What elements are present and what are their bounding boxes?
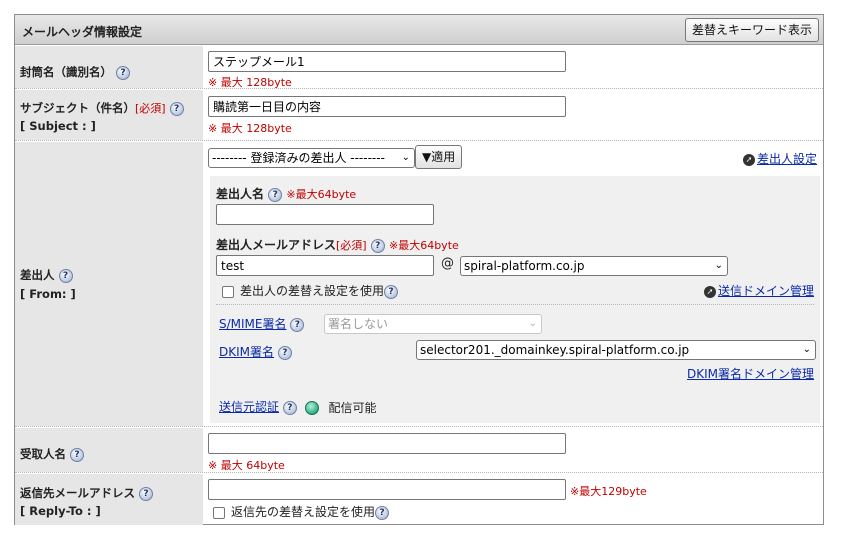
reply-to-replace-checkbox-group: 返信先の差替え設定を使用? [213,503,390,520]
sender-detail-box: 差出人名 ? ※最大64byte 差出人メールアドレス[必須] ? ※最大64b… [210,176,820,423]
help-icon[interactable]: ? [375,505,390,520]
sending-domain-manage-link-text: 送信ドメイン管理 [717,284,814,298]
sender-address-label: 差出人メールアドレス [216,238,337,252]
from-label-cell: 差出人 ? [ From: ] [15,142,203,426]
sender-replace-checkbox[interactable] [222,285,234,298]
reply-to-replace-checkbox-label: 返信先の差替え設定を使用 [231,505,376,519]
help-icon[interactable]: ? [290,317,305,332]
sender-address-local-input[interactable] [216,255,434,276]
dkim-select[interactable]: selector201._domainkey.spiral-platform.c… [416,340,816,360]
subject-label: サブジェクト（件名） [20,101,135,115]
sender-replace-checkbox-label: 差出人の差替え設定を使用 [240,284,385,298]
help-icon[interactable]: ? [58,268,73,283]
smime-link[interactable]: S/MIME署名 [219,317,287,331]
subject-sublabel: [ Subject : ] [20,119,96,133]
sender-address-note: ※最大64byte [388,239,459,252]
apply-sender-button[interactable]: ▼適用 [415,145,463,169]
reply-to-input[interactable] [208,479,566,500]
reply-to-label-cell: 返信先メールアドレス ? [ Reply-To : ] [15,474,203,525]
envelope-name-label-cell: 封筒名（識別名） ? [15,46,203,88]
chevron-down-icon: ⌄ [802,344,811,355]
help-icon[interactable]: ? [282,400,297,415]
reply-to-replace-checkbox[interactable] [213,506,225,519]
reply-to-note: ※最大129byte [570,485,647,498]
help-icon[interactable]: ? [277,345,292,360]
sender-name-label-group: 差出人名 ? ※最大64byte [216,185,356,202]
from-label: 差出人 [20,268,55,282]
recipient-name-label: 受取人名 [20,447,66,461]
sender-address-required-mark: [必須] [336,239,367,252]
sender-domain-select[interactable]: spiral-platform.co.jp ⌄ [460,256,728,276]
reply-to-body: ※最大129byte 返信先の差替え設定を使用? [203,474,823,525]
envelope-name-row: 封筒名（識別名） ? ※ 最大 128byte [15,46,823,89]
sender-name-input[interactable] [216,204,434,225]
sender-settings-link[interactable]: ➚ 差出人設定 [742,150,817,167]
envelope-name-body: ※ 最大 128byte [203,46,823,89]
subject-required-mark: [必須] [135,102,166,115]
sender-auth-group: 送信元認証 ? 配信可能 [219,398,377,416]
envelope-name-label: 封筒名（識別名） [20,65,112,79]
recipient-name-row: 受取人名 ? ※ 最大 64byte [15,428,823,473]
auth-status-indicator [304,400,319,415]
help-icon[interactable]: ? [169,101,184,116]
smime-select[interactable]: 署名しない ⌄ [324,314,542,334]
registered-sender-select-value: -------- 登録済みの差出人 -------- [212,151,385,165]
panel-title: メールヘッダ情報設定 [22,25,143,39]
dkim-domain-manage-link[interactable]: DKIM署名ドメイン管理 [687,365,814,382]
help-icon[interactable]: ? [370,238,385,253]
show-replace-keywords-button[interactable]: 差替えキーワード表示 [684,18,819,42]
help-icon[interactable]: ? [116,65,131,80]
sender-name-note: ※最大64byte [286,188,357,201]
mail-header-settings-panel: メールヘッダ情報設定 差替えキーワード表示 封筒名（識別名） ? ※ 最大 12… [14,14,824,525]
help-icon[interactable]: ? [70,447,85,462]
sender-replace-checkbox-group: 差出人の差替え設定を使用? [222,282,399,299]
smime-select-value: 署名しない [328,317,389,331]
at-sign: @ [441,256,454,271]
subject-body: ※ 最大 128byte [203,90,823,140]
registered-sender-select[interactable]: -------- 登録済みの差出人 -------- ⌄ [208,148,415,168]
from-sublabel: [ From: ] [20,287,76,301]
help-icon[interactable]: ? [384,284,399,299]
chevron-down-icon: ⌄ [401,152,410,163]
external-link-icon: ➚ [703,285,716,298]
recipient-name-label-cell: 受取人名 ? [15,428,203,472]
recipient-name-note: ※ 最大 64byte [208,459,285,472]
sender-domain-select-value: spiral-platform.co.jp [464,259,585,273]
smime-link-group: S/MIME署名 ? [219,315,305,332]
dkim-link[interactable]: DKIM署名 [219,345,274,359]
subject-input[interactable] [208,96,566,117]
recipient-name-input[interactable] [208,433,566,454]
reply-to-row: 返信先メールアドレス ? [ Reply-To : ] ※最大129byte 返… [15,474,823,525]
reply-to-sublabel: [ Reply-To : ] [20,504,101,518]
help-icon[interactable]: ? [139,486,154,501]
chevron-down-icon: ⌄ [714,260,723,271]
from-row: 差出人 ? [ From: ] -------- 登録済みの差出人 ------… [15,142,823,427]
from-body: -------- 登録済みの差出人 -------- ⌄ ▼適用 ➚ 差出人設定 … [203,142,823,426]
chevron-down-icon: ⌄ [528,318,537,329]
sender-auth-link[interactable]: 送信元認証 [219,400,279,414]
subject-note: ※ 最大 128byte [208,122,292,135]
sender-settings-link-text: 差出人設定 [756,152,817,166]
sender-name-label: 差出人名 [216,187,265,201]
dkim-select-value: selector201._domainkey.spiral-platform.c… [420,343,690,357]
panel-header: メールヘッダ情報設定 差替えキーワード表示 [15,15,823,45]
external-link-icon: ➚ [742,153,755,166]
divider [216,304,814,305]
envelope-name-input[interactable] [208,51,566,72]
sender-address-label-group: 差出人メールアドレス[必須] ? ※最大64byte [216,236,459,253]
auth-status-text: 配信可能 [328,401,377,415]
help-icon[interactable]: ? [268,187,283,202]
dkim-link-group: DKIM署名 ? [219,343,292,360]
sending-domain-manage-link[interactable]: ➚ 送信ドメイン管理 [703,282,814,299]
subject-row: サブジェクト（件名）[必須] ? [ Subject : ] ※ 最大 128b… [15,90,823,141]
recipient-name-body: ※ 最大 64byte [203,428,823,472]
reply-to-label: 返信先メールアドレス [20,486,135,500]
envelope-name-note: ※ 最大 128byte [208,76,292,89]
subject-label-cell: サブジェクト（件名）[必須] ? [ Subject : ] [15,90,203,140]
